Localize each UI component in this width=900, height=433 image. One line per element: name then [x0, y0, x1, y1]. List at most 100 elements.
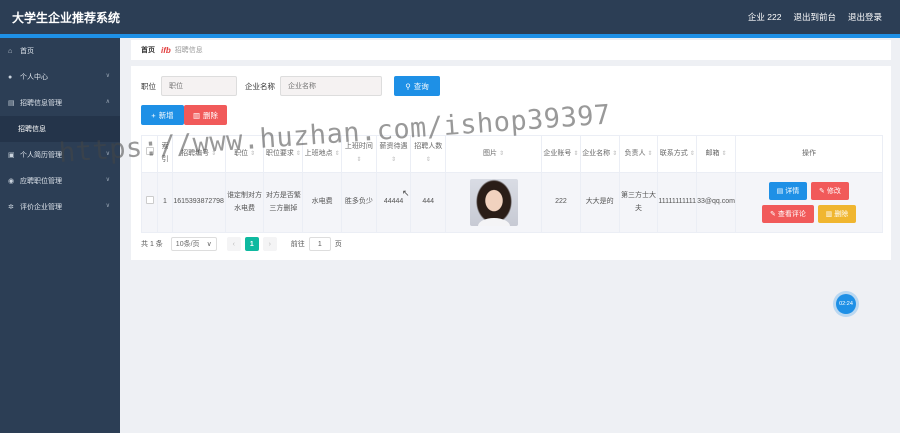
table-cell: 大大是的 [579, 172, 620, 233]
sort-icon[interactable]: ⇕ [391, 157, 396, 163]
edit-icon: ✎ [770, 211, 776, 218]
sort-icon[interactable]: ⇕ [721, 151, 726, 157]
table-cell: 222 [541, 172, 581, 233]
sort-icon[interactable]: ⇕ [335, 151, 340, 157]
sidebar-item-label: 评价企业管理 [20, 204, 62, 211]
logout-link[interactable]: 退出登录 [848, 11, 882, 23]
sidebar-item-personal-center[interactable]: ● 个人中心 ∨ [0, 64, 120, 90]
total-count: 共 1 条 [141, 241, 163, 248]
table-cell: 对方是否繁三方删掉 [263, 172, 304, 233]
chevron-down-icon: ∨ [105, 177, 110, 183]
table-cell: 1 [157, 172, 173, 233]
mouse-cursor-icon: ↖ [402, 188, 410, 198]
breadcrumb-home[interactable]: 首页 [141, 45, 155, 55]
delete-button[interactable]: ▥ 删除 [184, 105, 227, 125]
search-form: 职位 企业名称 ⚲ 查询 [141, 76, 440, 96]
edit-button[interactable]: ✎ 修改 [810, 182, 849, 200]
search-button[interactable]: ⚲ 查询 [394, 76, 440, 96]
list-icon: ▤ [8, 100, 15, 107]
search-button-label: 查询 [413, 81, 429, 91]
table-row[interactable]: 1 1615393872798 谁定制对方水电费 对方是否繁三方删掉 水电费 胜… [140, 172, 884, 233]
column-header[interactable]: 图片 ⇕ [445, 135, 543, 173]
table-cell: 第三方士大夫 [618, 172, 659, 233]
delete-button-label: 删除 [203, 110, 219, 120]
sort-icon[interactable]: ⇕ [426, 157, 431, 163]
sort-icon[interactable]: ⇕ [211, 151, 216, 157]
goto-page-input[interactable]: 1 [308, 237, 331, 251]
sort-icon[interactable]: ⇕ [356, 157, 361, 163]
sidebar: ⌂ 首页 ● 个人中心 ∨ ▤ 招聘信息管理 ∧ 招聘信息 ▣ 个人简历管理 ∨… [0, 38, 120, 433]
edit-icon: ✎ [819, 188, 825, 195]
goto-label: 前往 [290, 241, 305, 248]
column-header[interactable]: 联系方式 ⇕ [657, 135, 698, 173]
sidebar-item-resume-management[interactable]: ▣ 个人简历管理 ∨ [0, 142, 120, 168]
location-icon: ◉ [8, 178, 15, 185]
table-cell: 444 [410, 172, 447, 233]
search-icon: ⚲ [405, 81, 411, 91]
table-cell: 谁定制对方水电费 [224, 172, 265, 233]
table-cell: 水电费 [302, 172, 343, 233]
sidebar-item-job-management[interactable]: ▤ 招聘信息管理 ∧ [0, 90, 120, 116]
sort-icon[interactable]: ⇕ [296, 151, 301, 157]
sidebar-item-review-management[interactable]: ✲ 评价企业管理 ∨ [0, 194, 120, 220]
company-input[interactable] [280, 76, 382, 96]
select-all-checkbox[interactable] [145, 147, 154, 156]
view-reviews-button[interactable]: ✎ 查看评论 [761, 205, 814, 223]
chevron-down-icon: ∨ [105, 203, 110, 209]
sidebar-subitem-job-info[interactable]: 招聘信息 [0, 116, 120, 142]
page-size-select[interactable]: 10条/页 ∨ [170, 237, 217, 251]
table-header-row: 索引 招聘编号 ⇕ 职位 ⇕ 职位要求 ⇕ 上班地点 ⇕ 上班时间 ⇕ 薪资待遇… [140, 135, 884, 173]
prev-page-button[interactable]: ‹ [226, 237, 241, 251]
sort-icon[interactable]: ⇕ [647, 151, 652, 157]
chevron-down-icon: ∨ [206, 241, 212, 248]
sort-icon[interactable]: ⇕ [573, 151, 578, 157]
breadcrumb: 首页 ifb 招聘信息 [131, 40, 891, 60]
row-delete-button[interactable]: ▥ 删除 [817, 205, 856, 223]
gear-icon: ✲ [8, 204, 14, 211]
sort-icon[interactable]: ⇕ [612, 151, 617, 157]
breadcrumb-current: 招聘信息 [174, 47, 203, 54]
sidebar-item-label: 招聘信息 [18, 126, 46, 133]
column-header[interactable]: 招聘编号 ⇕ [171, 135, 226, 173]
plus-icon: + [151, 110, 156, 120]
table-cell: 33@qq.com [696, 172, 736, 233]
floating-timer-button[interactable]: 02:24 [836, 294, 856, 314]
column-header[interactable]: 企业名称 ⇕ [579, 135, 620, 173]
action-buttons: + 新增 ▥ 删除 [141, 105, 227, 125]
page-number-button[interactable]: 1 [244, 237, 259, 251]
add-button[interactable]: + 新增 [141, 105, 184, 125]
home-icon: ⌂ [8, 47, 13, 55]
position-input[interactable] [161, 76, 237, 96]
column-header[interactable]: 薪资待遇 ⇕ [375, 135, 412, 173]
position-label: 职位 [141, 81, 156, 91]
sidebar-item-application-management[interactable]: ◉ 应聘职位管理 ∨ [0, 168, 120, 194]
column-header[interactable]: 职位要求 ⇕ [263, 135, 304, 173]
column-header[interactable]: 企业账号 ⇕ [541, 135, 581, 173]
sort-icon[interactable]: ⇕ [690, 151, 695, 157]
column-header: 操作 [734, 135, 884, 173]
column-header[interactable]: 招聘人数 ⇕ [410, 135, 447, 173]
sort-icon[interactable]: ⇕ [499, 151, 504, 157]
row-select-cell[interactable] [140, 172, 159, 233]
chevron-down-icon: ∨ [105, 151, 110, 157]
column-header[interactable]: 上班时间 ⇕ [341, 135, 377, 173]
chevron-up-icon: ∧ [105, 99, 110, 105]
column-header[interactable]: 邮箱 ⇕ [696, 135, 736, 173]
back-to-front-link[interactable]: 退出到前台 [793, 11, 836, 23]
pagination: 共 1 条 10条/页 ∨ ‹ 1 › 前往 1 页 [141, 237, 342, 251]
job-photo [469, 179, 518, 226]
column-header[interactable]: 职位 ⇕ [224, 135, 265, 173]
next-page-button[interactable]: › [262, 237, 277, 251]
select-all-cell[interactable] [140, 135, 159, 173]
breadcrumb-logo-icon: ifb [161, 45, 171, 55]
row-checkbox[interactable] [145, 195, 154, 204]
column-header[interactable]: 上班地点 ⇕ [302, 135, 343, 173]
company-label: 企业名称 [245, 81, 275, 91]
sidebar-item-home[interactable]: ⌂ 首页 [0, 38, 120, 64]
trash-icon: ▥ [192, 110, 201, 120]
edit-button-label: 修改 [826, 188, 841, 195]
column-header[interactable]: 负责人 ⇕ [618, 135, 659, 173]
sort-icon[interactable]: ⇕ [250, 151, 255, 157]
sidebar-item-label: 首页 [20, 48, 34, 55]
detail-button[interactable]: ▤ 详情 [768, 182, 807, 200]
